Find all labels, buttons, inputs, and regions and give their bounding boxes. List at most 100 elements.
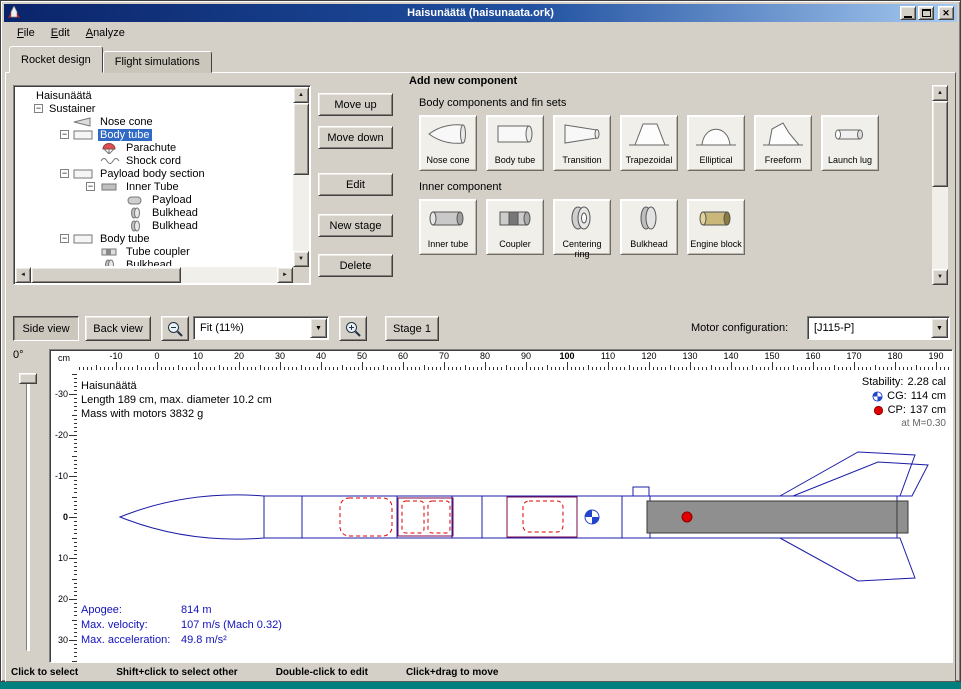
tree-expand-toggle[interactable]: − [86,182,95,191]
tree-item-payload-body-section[interactable]: −Payload body section [16,167,292,180]
tree-vertical-scrollbar[interactable]: ▲ ▼ [293,87,309,267]
close-button[interactable]: ✕ [938,6,954,20]
back-view-button[interactable]: Back view [85,316,151,341]
menu-analyze[interactable]: Analyze [78,24,133,42]
tree-expand-toggle[interactable]: − [60,130,69,139]
component-button-nose-cone[interactable]: Nose cone [419,115,477,171]
tree-item-nose-cone[interactable]: Nose cone [16,115,292,128]
tab-rocket-design[interactable]: Rocket design [9,46,103,73]
component-button-label: Body tube [495,155,536,165]
component-button-centering-ring[interactable]: Centering ring [553,199,611,255]
tree-item-sustainer[interactable]: −Sustainer [16,102,292,115]
dropdown-arrow-icon[interactable]: ▼ [931,318,948,338]
component-button-label: Launch lug [828,155,872,165]
scroll-left-icon[interactable]: ◄ [15,267,31,283]
component-button-elliptical[interactable]: Elliptical [687,115,745,171]
tree-expand-toggle[interactable]: − [60,169,69,178]
scroll-down-icon[interactable]: ▼ [293,251,309,267]
component-button-body-tube[interactable]: Body tube [486,115,544,171]
tab-flight-simulations[interactable]: Flight simulations [103,51,212,73]
tree-item-payload[interactable]: Payload [16,193,292,206]
component-button-inner-tube[interactable]: Inner tube [419,199,477,255]
tree-expand-toggle[interactable]: − [34,104,43,113]
horizontal-ruler: -100102030405060708090100110120130140150… [77,350,952,370]
tree-item-parachute[interactable]: Parachute [16,141,292,154]
mach-condition: at M=0.30 [862,417,946,431]
move-down-button[interactable]: Move down [318,126,393,149]
body-tube-shape[interactable] [264,496,622,538]
component-button-label: Transition [562,155,601,165]
flight-label: Apogee: [81,603,181,618]
ruler-tick [526,362,527,370]
component-button-trapezoidal[interactable]: Trapezoidal [620,115,678,171]
minimize-button[interactable] [900,6,916,20]
edit-button[interactable]: Edit [318,173,393,196]
component-button-bulkhead[interactable]: Bulkhead [620,199,678,255]
scrollbar-thumb[interactable] [293,103,309,175]
tree-item-shock-cord[interactable]: Shock cord [16,154,292,167]
zoom-level-select[interactable]: Fit (11%) ▼ [193,316,329,340]
tree-item-body-tube[interactable]: −Body tube [16,128,292,141]
bodytube-icon [493,119,537,154]
tree-item-label: Inner Tube [124,181,181,193]
rocket-canvas: cm -100102030405060708090100110120130140… [49,349,953,663]
ruler-tick [69,517,77,518]
shockcord-icon [99,155,121,167]
stability-info: Stability:2.28 cal CG:114 cm CP:137 cm a… [862,375,946,431]
tree-item-bulkhead[interactable]: Bulkhead [16,206,292,219]
component-button-transition[interactable]: Transition [553,115,611,171]
nose-cone-shape[interactable] [120,495,264,539]
new-stage-button[interactable]: New stage [318,214,393,237]
tree-item-haisun-t[interactable]: Haisunäätä [16,89,292,102]
scroll-up-icon[interactable]: ▲ [293,87,309,103]
tree-item-bulkhead[interactable]: Bulkhead [16,258,292,266]
move-up-button[interactable]: Move up [318,93,393,116]
scrollbar-thumb[interactable] [932,101,948,187]
menu-file[interactable]: File [9,24,43,42]
component-button-label: Engine block [690,239,742,249]
ruler-tick [936,362,937,370]
component-button-freeform[interactable]: Freeform [754,115,812,171]
side-view-button[interactable]: Side view [13,316,79,341]
motor-configuration-select[interactable]: [J115-P] ▼ [807,316,950,340]
cg-legend-icon [872,391,883,402]
tree-item-bulkhead[interactable]: Bulkhead [16,219,292,232]
ruler-tick [69,435,77,436]
ruler-label: 140 [723,351,738,361]
zoom-out-button[interactable] [161,316,189,341]
minimize-icon [904,16,912,18]
ruler-tick [813,362,814,370]
palette-groups: Body components and fin setsNose coneBod… [403,97,929,255]
innertube-icon [99,181,121,193]
tree-item-body-tube[interactable]: −Body tube [16,232,292,245]
maximize-button[interactable] [918,6,934,20]
scrollbar-thumb[interactable] [31,267,181,283]
rotation-control: 0° [9,349,47,663]
tree-expand-toggle[interactable]: − [60,234,69,243]
ruler-label: 120 [641,351,656,361]
stage-1-toggle[interactable]: Stage 1 [385,316,439,341]
menu-edit[interactable]: Edit [43,24,78,42]
rotation-slider-thumb[interactable] [19,373,37,384]
component-button-coupler[interactable]: Coupler [486,199,544,255]
rotation-slider-track[interactable] [26,379,30,651]
tree-item-label: Bulkhead [150,207,200,219]
ruler-label: 130 [682,351,697,361]
rocket-drawing-area[interactable]: HaisunäätäLength 189 cm, max. diameter 1… [77,370,952,662]
scroll-up-icon[interactable]: ▲ [932,85,948,101]
launch-lug-shape[interactable] [633,487,649,496]
tree-horizontal-scrollbar[interactable]: ◄ ► [15,267,293,283]
scroll-right-icon[interactable]: ► [277,267,293,283]
scroll-down-icon[interactable]: ▼ [932,269,948,285]
zoom-in-button[interactable] [339,316,367,341]
tree-item-tube-coupler[interactable]: Tube coupler [16,245,292,258]
delete-button[interactable]: Delete [318,254,393,277]
dropdown-arrow-icon[interactable]: ▼ [310,318,327,338]
engineblock-icon [694,203,738,238]
component-button-launch-lug[interactable]: Launch lug [821,115,879,171]
palette-scrollbar[interactable]: ▲ ▼ [932,85,948,285]
component-button-engine-block[interactable]: Engine block [687,199,745,255]
fin-bottom-shape[interactable] [780,538,915,581]
tree-item-inner-tube[interactable]: − Inner Tube [16,180,292,193]
rocket-info-line: Haisunäätä [81,379,272,393]
